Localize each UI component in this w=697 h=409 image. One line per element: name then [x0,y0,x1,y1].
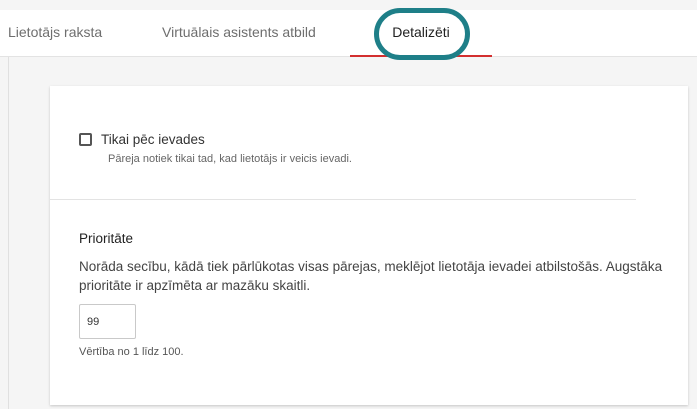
tab-assistant-replies[interactable]: Virtuālais asistents atbild [162,10,316,57]
tab-user-writes[interactable]: Lietotājs raksta [8,10,102,57]
app-frame: Lietotājs raksta Virtuālais asistents at… [0,0,697,409]
only-after-input-label[interactable]: Tikai pēc ievades [101,132,205,147]
details-card: Tikai pēc ievades Pāreja notiek tikai ta… [50,86,688,405]
active-tab-indicator [350,55,492,57]
left-border [8,57,9,409]
priority-title: Prioritāte [79,231,134,246]
priority-help: Vērtība no 1 līdz 100. [79,346,184,358]
section-divider [50,199,636,200]
only-after-input-checkbox[interactable] [79,133,92,146]
tab-details[interactable]: Detalizēti [350,10,492,57]
priority-input[interactable] [79,304,136,339]
only-after-input-help: Pāreja notiek tikai tad, kad lietotājs i… [108,153,352,165]
tab-bar: Lietotājs raksta Virtuālais asistents at… [0,10,697,57]
priority-description: Norāda secību, kādā tiek pārlūkotas visa… [79,259,663,293]
only-after-input-option[interactable]: Tikai pēc ievades [79,132,205,147]
tab-details-label: Detalizēti [392,24,450,40]
